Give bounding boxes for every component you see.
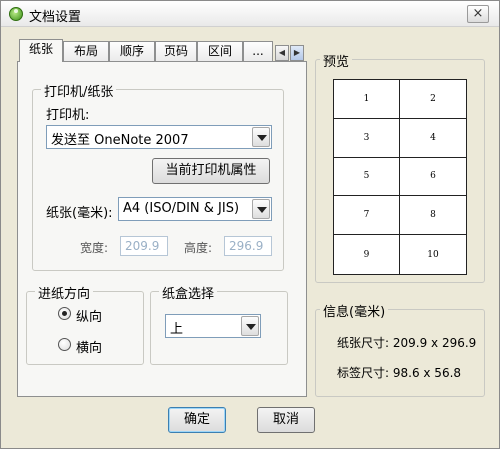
landscape-label[interactable]: 横向 <box>76 337 102 356</box>
tab-paper[interactable]: 纸张 <box>19 39 63 62</box>
preview-cell: 3 <box>334 118 400 158</box>
landscape-radio[interactable] <box>58 338 71 351</box>
close-button[interactable]: × <box>467 5 489 23</box>
paper-tab-panel: 打印机/纸张 打印机: 发送至 OneNote 2007 当前打印机属性 纸张(… <box>17 61 307 397</box>
paper-tray-select-value: 上 <box>170 322 184 337</box>
preview-cell: 5 <box>334 157 400 197</box>
orientation-group-title: 进纸方向 <box>35 283 94 302</box>
chevron-down-icon[interactable] <box>252 199 270 219</box>
preview-cell: 8 <box>400 196 466 236</box>
paper-size-select[interactable]: A4 (ISO/DIN & JIS) <box>118 197 272 221</box>
window-title: 文档设置 <box>29 10 82 25</box>
tab-range[interactable]: 区间 <box>197 41 243 61</box>
label-preview-grid: 1 2 3 4 5 6 7 8 9 10 <box>333 79 467 275</box>
preview-cell: 10 <box>427 249 439 260</box>
printer-properties-button[interactable]: 当前打印机属性 <box>152 158 270 184</box>
tab-more[interactable]: ... <box>243 41 273 61</box>
paper-tray-group-title: 纸盒选择 <box>159 283 218 302</box>
label-size-info: 标签尺寸: 98.6 x 56.8 <box>337 366 462 380</box>
height-label: 高度: <box>184 241 213 255</box>
app-logo-icon <box>9 7 23 21</box>
height-field[interactable]: 296.9 <box>224 236 272 256</box>
width-label: 宽度: <box>80 241 109 255</box>
preview-group-title: 预览 <box>320 51 353 70</box>
info-group: 信息(毫米) <box>315 301 485 397</box>
cancel-button[interactable]: 取消 <box>257 407 315 433</box>
tab-scroll-right-icon[interactable]: ▶ <box>290 45 304 61</box>
portrait-label[interactable]: 纵向 <box>76 306 102 325</box>
preview-cell: 1 <box>334 80 400 119</box>
printer-label: 打印机: <box>46 108 90 123</box>
paper-size-info: 纸张尺寸: 209.9 x 296.9 <box>337 336 477 350</box>
preview-cell: 7 <box>334 196 400 236</box>
tab-page-number[interactable]: 页码 <box>155 41 197 61</box>
paper-size-select-value: A4 (ISO/DIN & JIS) <box>123 201 240 216</box>
preview-cell: 4 <box>400 119 466 158</box>
printer-select[interactable]: 发送至 OneNote 2007 <box>46 125 272 149</box>
paper-tray-select[interactable]: 上 <box>165 314 261 338</box>
width-field[interactable]: 209.9 <box>120 236 168 256</box>
chevron-down-icon[interactable] <box>252 127 270 147</box>
preview-cell: 9 <box>334 235 400 274</box>
preview-cell: 2 <box>400 80 466 119</box>
preview-cell: 6 <box>400 158 466 197</box>
tab-scroll-left-icon[interactable]: ◀ <box>275 45 289 61</box>
chevron-down-icon[interactable] <box>241 316 259 336</box>
title-bar: 文档设置 × <box>1 1 499 27</box>
document-settings-dialog: 文档设置 × 纸张 布局 顺序 页码 区间 ... ◀ ▶ 打印机/纸张 打印机… <box>0 0 500 449</box>
info-group-title: 信息(毫米) <box>320 301 389 320</box>
ok-button[interactable]: 确定 <box>168 407 226 433</box>
printer-paper-group-title: 打印机/纸张 <box>41 81 117 100</box>
tab-order[interactable]: 顺序 <box>109 41 155 61</box>
printer-select-value: 发送至 OneNote 2007 <box>51 133 189 148</box>
tab-layout[interactable]: 布局 <box>63 41 109 61</box>
portrait-radio[interactable] <box>58 307 71 320</box>
paper-size-label: 纸张(毫米): <box>46 206 113 221</box>
